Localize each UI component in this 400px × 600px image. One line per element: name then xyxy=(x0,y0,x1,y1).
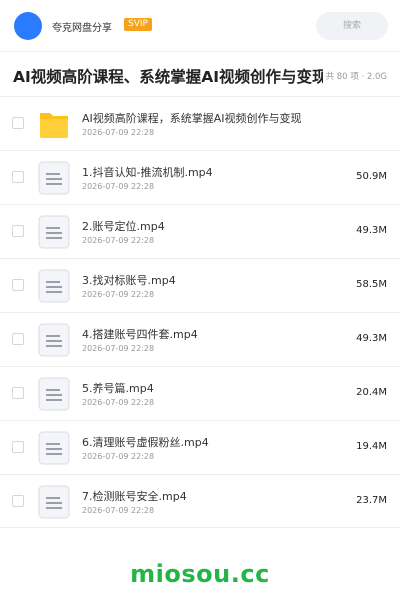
file-icon xyxy=(38,161,70,195)
file-size: 19.4M xyxy=(356,441,387,452)
top-bar: 夸克网盘分享 SVIP xyxy=(0,0,400,52)
file-icon xyxy=(38,377,70,411)
file-name: 7.检测账号安全.mp4 xyxy=(82,490,187,503)
row-checkbox[interactable] xyxy=(12,225,24,237)
row-checkbox[interactable] xyxy=(12,333,24,345)
watermark: miosou.cc xyxy=(130,560,270,588)
page-title: AI视频高阶课程、系统掌握AI视频创作与变现 xyxy=(13,68,323,86)
folder-icon xyxy=(38,107,70,141)
search-input[interactable] xyxy=(316,12,388,40)
file-date: 2026-07-09 22:28 xyxy=(82,182,155,191)
file-size: 50.9M xyxy=(356,171,387,182)
file-name: 4.搭建账号四件套.mp4 xyxy=(82,328,198,341)
file-date: 2026-07-09 22:28 xyxy=(82,344,155,353)
file-icon xyxy=(38,431,70,465)
list-item[interactable]: 6.清理账号虚假粉丝.mp4 2026-07-09 22:28 19.4M xyxy=(0,420,400,474)
row-checkbox[interactable] xyxy=(12,387,24,399)
file-size: 58.5M xyxy=(356,279,387,290)
file-date: 2026-07-09 22:28 xyxy=(82,236,155,245)
list-item[interactable]: 5.养号篇.mp4 2026-07-09 22:28 20.4M xyxy=(0,366,400,420)
list-item[interactable]: AI视频高阶课程，系统掌握AI视频创作与变现 2026-07-09 22:28 xyxy=(0,96,400,150)
file-size: 49.3M xyxy=(356,333,387,344)
file-date: 2026-07-09 22:28 xyxy=(82,398,155,407)
file-date: 2026-07-09 22:28 xyxy=(82,128,155,137)
row-checkbox[interactable] xyxy=(12,441,24,453)
avatar[interactable] xyxy=(14,12,42,40)
list-item[interactable]: 2.账号定位.mp4 2026-07-09 22:28 49.3M xyxy=(0,204,400,258)
site-name: 夸克网盘分享 xyxy=(52,23,112,34)
file-date: 2026-07-09 22:28 xyxy=(82,452,155,461)
item-count: 共 80 项 · 2.0G xyxy=(325,72,387,82)
file-name: AI视频高阶课程，系统掌握AI视频创作与变现 xyxy=(82,112,302,125)
file-icon xyxy=(38,215,70,249)
list-item[interactable]: 1.抖音认知-推流机制.mp4 2026-07-09 22:28 50.9M xyxy=(0,150,400,204)
file-date: 2026-07-09 22:28 xyxy=(82,506,155,515)
file-name: 2.账号定位.mp4 xyxy=(82,220,165,233)
file-name: 6.清理账号虚假粉丝.mp4 xyxy=(82,436,209,449)
file-icon xyxy=(38,323,70,357)
row-checkbox[interactable] xyxy=(12,279,24,291)
row-checkbox[interactable] xyxy=(12,495,24,507)
row-checkbox[interactable] xyxy=(12,171,24,183)
svip-badge: SVIP xyxy=(124,18,152,31)
file-name: 5.养号篇.mp4 xyxy=(82,382,154,395)
list-item[interactable]: 7.检测账号安全.mp4 2026-07-09 22:28 23.7M xyxy=(0,474,400,528)
file-name: 1.抖音认知-推流机制.mp4 xyxy=(82,166,213,179)
file-name: 3.找对标账号.mp4 xyxy=(82,274,176,287)
list-item[interactable]: 4.搭建账号四件套.mp4 2026-07-09 22:28 49.3M xyxy=(0,312,400,366)
row-checkbox[interactable] xyxy=(12,117,24,129)
file-size: 49.3M xyxy=(356,225,387,236)
file-icon xyxy=(38,269,70,303)
list-item[interactable]: 3.找对标账号.mp4 2026-07-09 22:28 58.5M xyxy=(0,258,400,312)
file-icon xyxy=(38,485,70,519)
file-list: AI视频高阶课程，系统掌握AI视频创作与变现 2026-07-09 22:28 1.… xyxy=(0,96,400,528)
file-size: 20.4M xyxy=(356,387,387,398)
file-date: 2026-07-09 22:28 xyxy=(82,290,155,299)
file-size: 23.7M xyxy=(356,495,387,506)
